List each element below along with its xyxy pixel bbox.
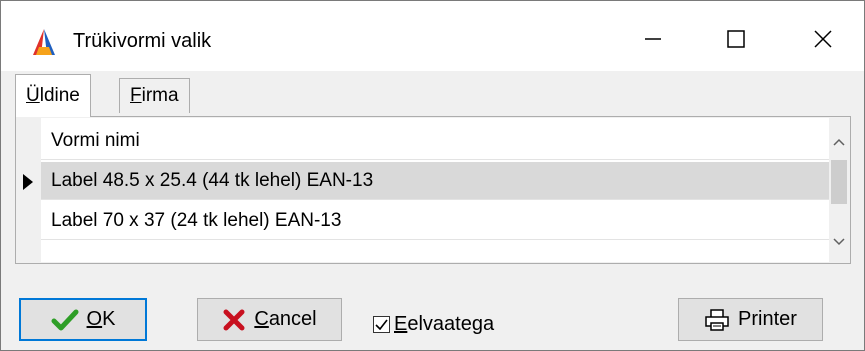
preview-checkbox[interactable] <box>373 316 390 333</box>
table-row[interactable]: Label 70 x 37 (24 tk lehel) EAN-13 <box>41 202 829 240</box>
tab-hotkey: F <box>130 85 142 106</box>
preview-label: elvaatega <box>407 313 495 335</box>
window-title: Trükivormi valik <box>73 30 212 52</box>
ok-button[interactable]: OK <box>19 298 147 341</box>
printer-icon <box>704 308 730 332</box>
row-name: Label 48.5 x 25.4 (44 tk lehel) EAN-13 <box>51 169 374 191</box>
preview-hotkey: E <box>394 313 408 335</box>
printer-button[interactable]: Printer <box>678 298 823 341</box>
cancel-x-icon <box>222 308 246 332</box>
tab-label: irma <box>141 85 179 106</box>
row-indicator-column <box>17 118 41 262</box>
table-row[interactable]: Label 48.5 x 25.4 (44 tk lehel) EAN-13 <box>41 162 829 200</box>
close-button[interactable] <box>793 17 853 61</box>
maximize-button[interactable] <box>706 17 766 61</box>
minimize-button[interactable] <box>623 17 683 61</box>
vertical-scrollbar[interactable] <box>829 118 849 262</box>
preview-checkbox-row[interactable]: Eelvaatega <box>373 313 494 336</box>
minimize-icon <box>645 38 661 40</box>
cancel-label: ancel <box>268 308 317 330</box>
column-header-vormi-nimi[interactable]: Vormi nimi <box>41 122 829 160</box>
row-name: Label 70 x 37 (24 tk lehel) EAN-13 <box>51 209 342 231</box>
tab-uldine[interactable]: Üldine <box>15 74 91 117</box>
title-bar: Trükivormi valik <box>1 1 864 71</box>
tab-firma[interactable]: Firma <box>119 78 190 113</box>
ok-hotkey: O <box>86 308 103 330</box>
printer-label: Printer <box>738 308 797 330</box>
ok-label: K <box>102 308 116 330</box>
checkmark-icon <box>51 308 79 332</box>
scrollbar-thumb[interactable] <box>831 160 847 204</box>
cancel-hotkey: C <box>254 308 269 330</box>
cancel-button[interactable]: Cancel <box>197 298 342 341</box>
form-list-grid: Vormi nimi Label 48.5 x 25.4 (44 tk lehe… <box>17 118 849 262</box>
app-logo-icon <box>33 29 55 55</box>
maximize-icon <box>727 30 745 48</box>
print-form-dialog: Trükivormi valik Üldine Firma Vormi nimi… <box>0 0 865 351</box>
column-header-label: Vormi nimi <box>51 129 140 151</box>
current-row-arrow-icon <box>23 174 33 190</box>
tab-hotkey: Ü <box>26 85 40 106</box>
tab-label: ldine <box>39 85 80 106</box>
scroll-down-icon[interactable] <box>829 232 849 252</box>
scroll-up-icon[interactable] <box>829 132 849 152</box>
close-icon <box>814 30 832 48</box>
